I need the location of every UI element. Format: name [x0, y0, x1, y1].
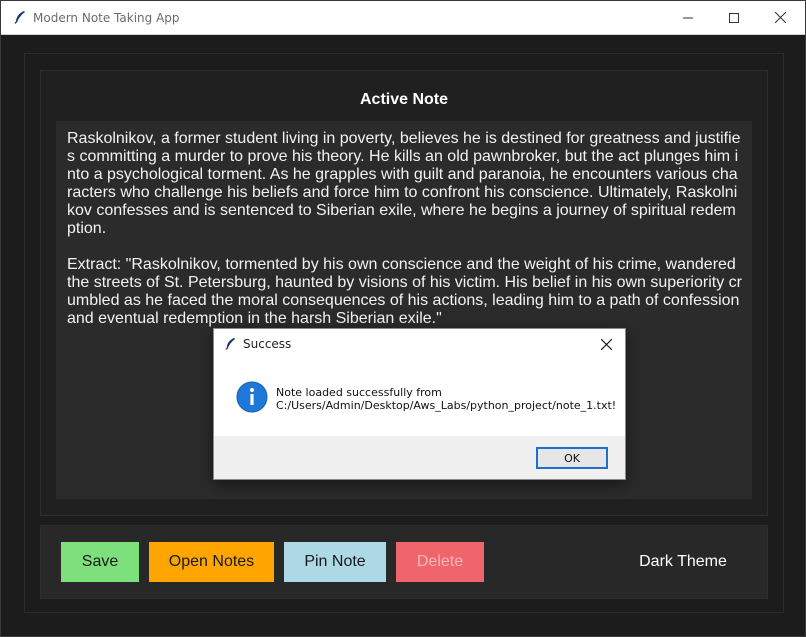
info-icon [236, 381, 268, 413]
pin-note-button[interactable]: Pin Note [284, 542, 386, 582]
feather-icon [225, 337, 236, 350]
feather-icon [14, 11, 25, 24]
success-dialog: Success Note loaded successfully from C:… [213, 328, 626, 480]
save-button[interactable]: Save [61, 542, 139, 582]
dialog-title: Success [243, 337, 292, 351]
delete-button[interactable]: Delete [396, 542, 484, 582]
close-icon [600, 338, 612, 350]
dialog-body: Note loaded successfully from C:/Users/A… [214, 359, 625, 436]
ok-button[interactable]: OK [536, 447, 608, 469]
maximize-icon [729, 12, 739, 23]
dialog-title-bar[interactable]: Success [214, 329, 625, 359]
maximize-button[interactable] [711, 1, 757, 34]
app-window: Modern Note Taking App Active Note Rasko… [0, 0, 806, 637]
panel-heading: Active Note [359, 91, 449, 108]
dialog-close-button[interactable] [591, 329, 621, 359]
minimize-icon [683, 17, 693, 18]
open-notes-button[interactable]: Open Notes [149, 542, 274, 582]
dialog-message: Note loaded successfully from C:/Users/A… [276, 386, 617, 412]
minimize-button[interactable] [665, 1, 711, 34]
close-button[interactable] [757, 1, 803, 34]
window-title: Modern Note Taking App [33, 11, 180, 25]
dark-theme-toggle[interactable]: Dark Theme [623, 542, 743, 582]
title-bar[interactable]: Modern Note Taking App [1, 1, 805, 35]
close-icon [774, 12, 786, 23]
